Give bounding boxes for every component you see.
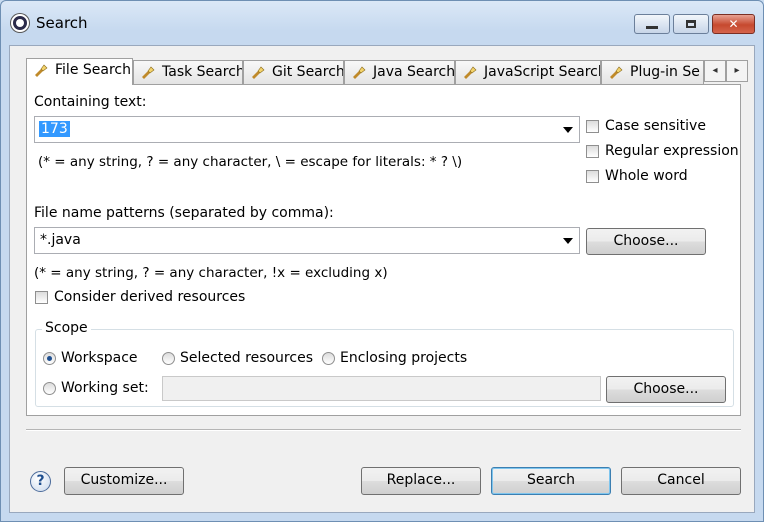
case-sensitive-checkbox[interactable]: Case sensitive [586, 118, 706, 134]
regular-expression-checkbox[interactable]: Regular expression [586, 143, 739, 159]
radio-selected-indicator[interactable] [43, 351, 56, 365]
radio-indicator[interactable] [322, 351, 335, 365]
tab-label: Plug-in Se [630, 64, 700, 80]
tab-scroll-right-button[interactable]: ▸ [726, 60, 748, 82]
tab-label: Git Search [272, 64, 344, 80]
scope-working-set-radio[interactable]: Working set: [43, 380, 149, 396]
scope-enclosing-projects-label: Enclosing projects [340, 350, 468, 366]
containing-text-hint: (* = any string, ? = any character, \ = … [38, 154, 463, 170]
radio-indicator[interactable] [162, 351, 175, 365]
scope-workspace-label: Workspace [61, 350, 138, 366]
flashlight-search-icon [35, 64, 48, 77]
cancel-button[interactable]: Cancel [621, 467, 741, 495]
tab-label: JavaScript Search [484, 64, 601, 80]
tab-scroll-buttons: ◂ ▸ [704, 60, 748, 82]
case-sensitive-label: Case sensitive [605, 118, 706, 134]
whole-word-checkbox[interactable]: Whole word [586, 168, 688, 184]
whole-word-label: Whole word [605, 168, 688, 184]
regular-expression-label: Regular expression [605, 143, 739, 159]
containing-text-value: 173 [39, 121, 70, 137]
git-search-icon [252, 66, 265, 79]
derived-resources-label: Consider derived resources [54, 289, 246, 305]
maximize-icon [686, 20, 696, 28]
java-search-icon [353, 66, 366, 79]
javascript-search-icon [464, 66, 477, 79]
file-patterns-label: File name patterns (separated by comma): [34, 205, 334, 221]
eclipse-app-icon [11, 14, 29, 32]
scope-working-set-label: Working set: [61, 380, 149, 396]
file-patterns-value: *.java [40, 232, 81, 248]
scope-title: Scope [42, 320, 91, 336]
working-set-field [162, 376, 601, 401]
checkbox-box[interactable] [586, 119, 599, 133]
customize-button[interactable]: Customize... [64, 467, 184, 495]
dialog-client-area: File Search Task Search Git Search Java … [9, 45, 755, 513]
chevron-down-icon[interactable] [563, 238, 573, 244]
close-button[interactable]: ✕ [712, 14, 755, 34]
containing-text-combo[interactable]: 173 [34, 116, 580, 143]
minimize-button[interactable] [634, 14, 670, 34]
working-set-choose-button[interactable]: Choose... [606, 376, 726, 403]
tab-label: Task Search [162, 64, 243, 80]
checkbox-box[interactable] [586, 144, 599, 158]
tab-java-search[interactable]: Java Search [344, 60, 455, 84]
search-dialog: Search ✕ File Search Task Search Git Sea… [0, 0, 764, 522]
scope-workspace-radio[interactable]: Workspace [43, 350, 138, 366]
checkbox-box[interactable] [586, 169, 599, 183]
chevron-down-icon[interactable] [563, 127, 573, 133]
radio-indicator[interactable] [43, 381, 56, 395]
task-search-icon [142, 66, 155, 79]
checkbox-box[interactable] [35, 290, 48, 304]
replace-button[interactable]: Replace... [361, 467, 481, 495]
maximize-button[interactable] [673, 14, 709, 34]
file-patterns-combo[interactable]: *.java [34, 227, 580, 254]
title-bar[interactable]: Search ✕ [1, 1, 763, 45]
tab-task-search[interactable]: Task Search [133, 60, 243, 84]
file-patterns-hint: (* = any string, ? = any character, !x =… [34, 265, 388, 281]
minimize-icon [646, 26, 658, 29]
tab-label: File Search [55, 62, 131, 78]
tab-label: Java Search [373, 64, 455, 80]
window-title: Search [36, 14, 88, 32]
scope-selected-resources-label: Selected resources [180, 350, 313, 366]
scope-enclosing-projects-radio[interactable]: Enclosing projects [322, 350, 467, 366]
scope-group: Scope Workspace Selected resources Enclo… [35, 320, 734, 407]
file-patterns-choose-button[interactable]: Choose... [586, 228, 706, 255]
derived-resources-checkbox[interactable]: Consider derived resources [35, 289, 245, 305]
footer-divider [26, 429, 741, 431]
containing-text-label: Containing text: [34, 94, 147, 110]
tab-git-search[interactable]: Git Search [243, 60, 344, 84]
tab-file-search[interactable]: File Search [26, 58, 133, 85]
search-button[interactable]: Search [491, 467, 611, 495]
file-search-panel: Containing text: 173 (* = any string, ? … [26, 84, 741, 416]
tab-plugin-search[interactable]: Plug-in Se [601, 60, 704, 84]
close-icon: ✕ [728, 17, 739, 31]
plugin-search-icon [610, 66, 623, 79]
tab-scroll-left-button[interactable]: ◂ [704, 60, 726, 82]
help-icon[interactable]: ? [30, 471, 51, 492]
scope-selected-resources-radio[interactable]: Selected resources [162, 350, 313, 366]
tab-javascript-search[interactable]: JavaScript Search [455, 60, 601, 84]
